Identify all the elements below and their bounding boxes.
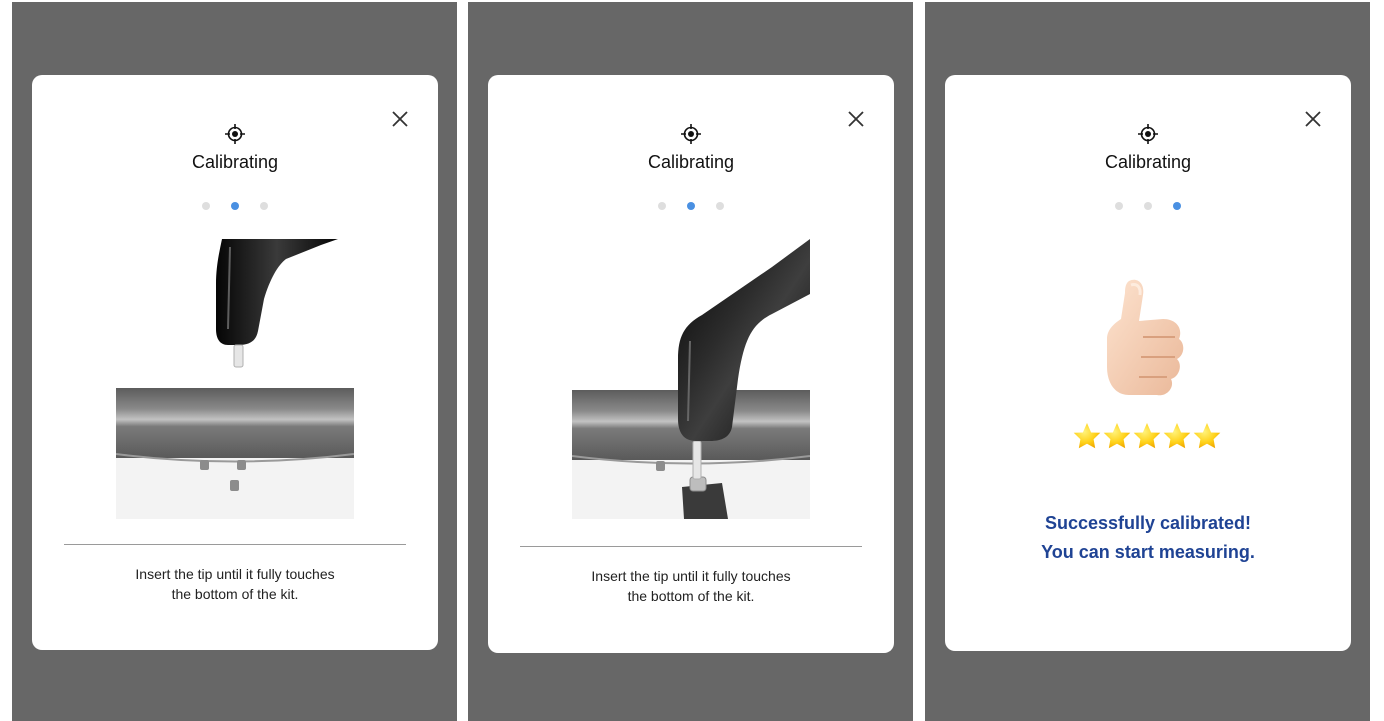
step-dot-3 <box>260 202 268 210</box>
divider <box>64 544 406 545</box>
instruction-line-2: the bottom of the kit. <box>171 586 299 602</box>
close-icon[interactable] <box>1303 109 1323 129</box>
instruction-text: Insert the tip until it fully touches th… <box>32 564 438 604</box>
close-icon[interactable] <box>846 109 866 129</box>
star-icon <box>1163 423 1191 449</box>
instruction-line-1: Insert the tip until it fully touches <box>591 568 791 584</box>
divider <box>520 546 862 547</box>
step-dot-3 <box>716 202 724 210</box>
star-icon <box>1193 423 1221 449</box>
screen-panel-3: Calibrating Successfully calibrated! You… <box>925 2 1370 721</box>
thumbs-up-icon <box>1107 279 1184 396</box>
crosshair-target-icon <box>681 124 701 144</box>
step-dot-1 <box>658 202 666 210</box>
dialog-title: Calibrating <box>647 152 735 172</box>
instruction-text: Insert the tip until it fully touches th… <box>488 566 894 606</box>
step-dot-2 <box>1144 202 1152 210</box>
instruction-line-2: the bottom of the kit. <box>627 588 755 604</box>
crosshair-target-icon <box>1138 124 1158 144</box>
step-dot-1 <box>1115 202 1123 210</box>
step-dot-2 <box>231 202 239 210</box>
success-message-line-1: Successfully calibrated! <box>1044 513 1252 533</box>
step-indicator <box>488 202 894 210</box>
star-icon <box>1133 423 1161 449</box>
dialog-title: Calibrating <box>191 152 279 172</box>
step-dot-2 <box>687 202 695 210</box>
instruction-photo-tip-above-kit <box>116 239 354 519</box>
step-indicator <box>32 202 438 210</box>
star-icon <box>1073 423 1101 449</box>
instruction-photo-tip-inserted <box>572 239 810 519</box>
dialog-title: Calibrating <box>1104 152 1192 172</box>
close-icon[interactable] <box>390 109 410 129</box>
screen-panel-2: Calibrating Insert the tip until it full… <box>468 2 913 721</box>
crosshair-target-icon <box>225 124 245 144</box>
instruction-line-1: Insert the tip until it fully touches <box>135 566 335 582</box>
step-dot-1 <box>202 202 210 210</box>
star-icon <box>1103 423 1131 449</box>
step-dot-3 <box>1173 202 1181 210</box>
calibration-dialog: Calibrating Insert the tip until it full… <box>32 75 438 650</box>
success-illustration <box>1073 279 1221 449</box>
success-message-line-2: You can start measuring. <box>1041 542 1255 562</box>
success-message: Successfully calibrated! You can start m… <box>945 509 1351 567</box>
step-indicator <box>945 202 1351 210</box>
calibration-success-dialog: Calibrating Successfully calibrated! You… <box>945 75 1351 651</box>
screen-panel-1: Calibrating Insert the tip until it full… <box>12 2 457 721</box>
rating-stars <box>1073 423 1221 449</box>
calibration-dialog: Calibrating Insert the tip until it full… <box>488 75 894 653</box>
